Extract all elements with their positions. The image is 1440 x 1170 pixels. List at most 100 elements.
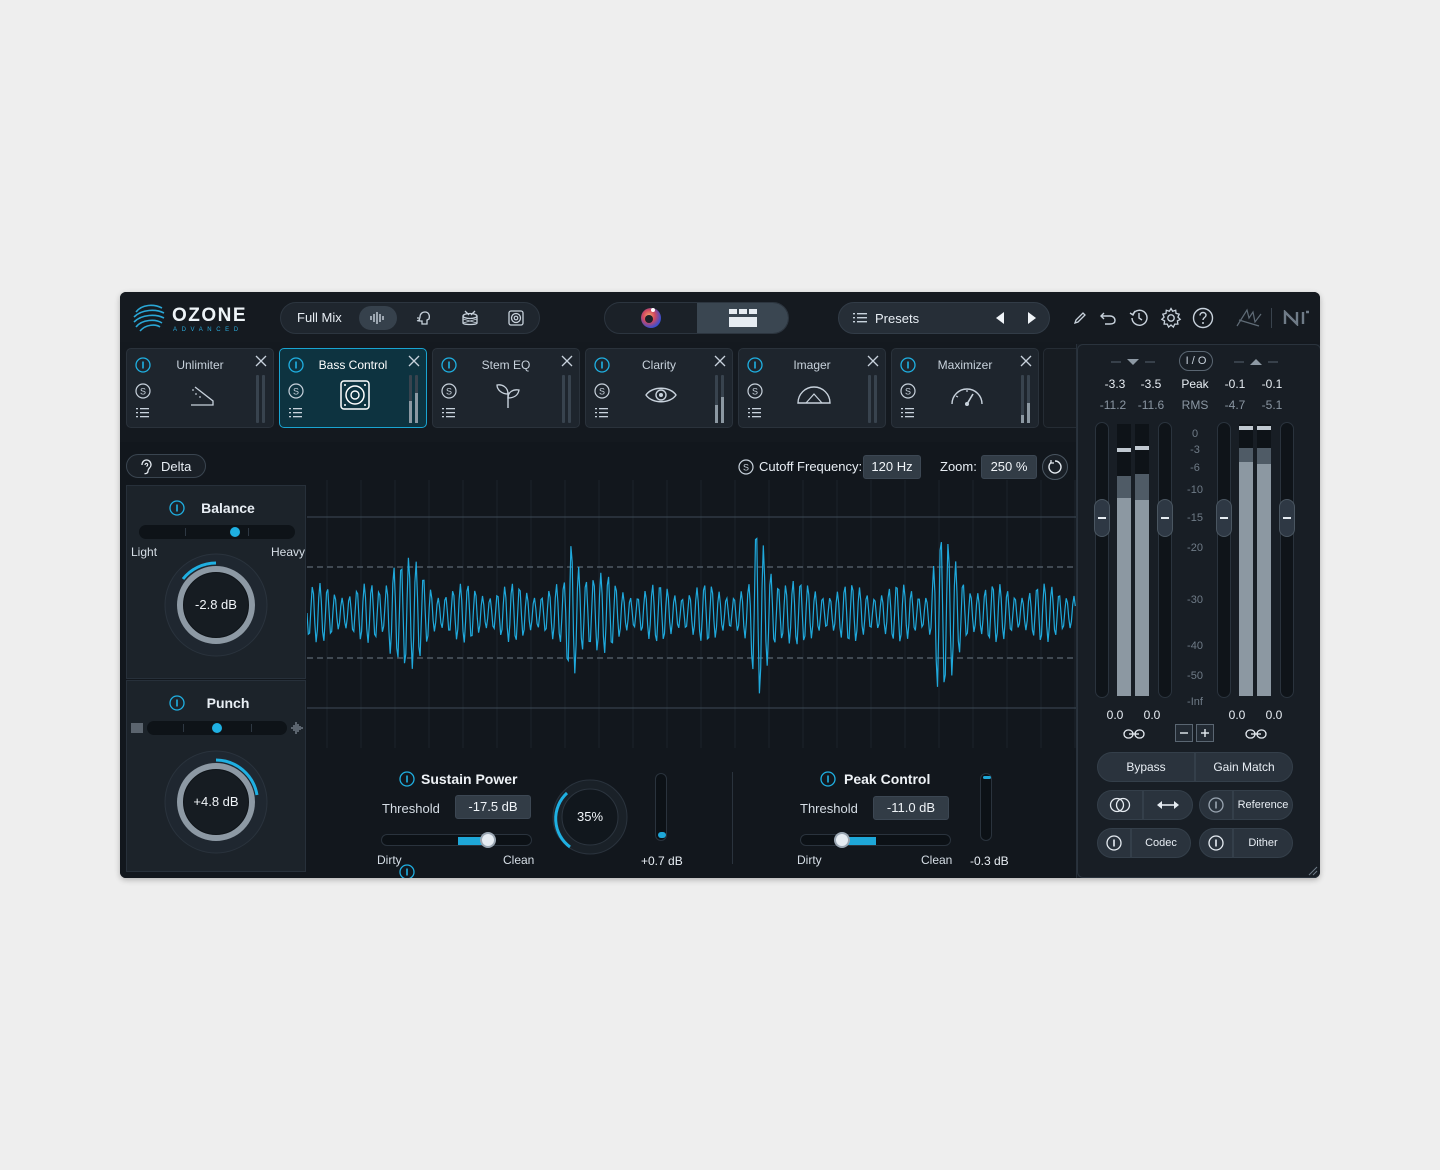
presets-bar[interactable]: Presets [838, 302, 1050, 334]
sustain-dirty-clean-slider[interactable] [381, 832, 532, 848]
module-power-icon[interactable] [900, 357, 916, 373]
output-right-fader-handle[interactable] [1279, 499, 1295, 537]
close-icon[interactable] [867, 355, 879, 367]
history-button[interactable] [1127, 306, 1151, 330]
module-power-icon[interactable] [288, 357, 304, 373]
peak-threshold-field[interactable]: -11.0 dB [873, 796, 949, 820]
output-collapse-icon[interactable] [1234, 357, 1278, 367]
dither-power-button[interactable] [1199, 828, 1233, 858]
sustain-slider-thumb[interactable] [479, 832, 496, 848]
output-right-fader[interactable] [1279, 422, 1295, 698]
input-left-fader-handle[interactable] [1094, 499, 1110, 537]
module-power-icon[interactable] [747, 357, 763, 373]
cutoff-frequency-field[interactable]: 120 Hz [863, 455, 921, 479]
punch-slider[interactable] [147, 721, 287, 735]
drums-mode-button[interactable] [451, 306, 489, 330]
waveform-display[interactable] [306, 480, 1076, 748]
module-menu-icon[interactable] [595, 407, 609, 419]
module-power-icon[interactable] [135, 357, 151, 373]
vocal-mode-button[interactable] [405, 306, 443, 330]
previous-preset-icon[interactable] [994, 311, 1006, 325]
input-left-fader[interactable] [1094, 422, 1110, 698]
module-menu-icon[interactable] [442, 407, 456, 419]
input-gain-left[interactable]: 0.0 [1097, 708, 1133, 722]
solo-icon[interactable]: S [441, 383, 457, 399]
mid-side-button[interactable] [1097, 790, 1143, 820]
peak-gain-slider[interactable] [980, 773, 992, 841]
meter-zoom-in-button[interactable] [1196, 724, 1214, 742]
input-right-fader[interactable] [1157, 422, 1173, 698]
module-power-icon[interactable] [441, 357, 457, 373]
gain-match-button[interactable]: Gain Match [1195, 752, 1293, 782]
sustain-power-button-icon[interactable] [399, 771, 415, 787]
module-menu-icon[interactable] [901, 407, 915, 419]
input-right-fader-handle[interactable] [1157, 499, 1173, 537]
dither-button[interactable]: Dither [1233, 828, 1293, 858]
module-bass-control[interactable]: S Bass Control [279, 348, 427, 428]
module-imager[interactable]: S Imager [738, 348, 886, 428]
solo-icon[interactable]: S [747, 383, 763, 399]
close-icon[interactable] [408, 355, 420, 367]
delta-button[interactable]: Delta [126, 454, 206, 478]
codec-button[interactable]: Codec [1131, 828, 1191, 858]
help-button[interactable] [1191, 306, 1215, 330]
solo-icon[interactable]: S [135, 383, 151, 399]
solo-icon[interactable]: S [594, 383, 610, 399]
punch-slider-thumb[interactable] [212, 723, 222, 733]
solo-icon[interactable]: S [900, 383, 916, 399]
peak-control-power-icon[interactable] [820, 771, 836, 787]
close-icon[interactable] [255, 355, 267, 367]
resize-grip-icon[interactable] [1308, 866, 1318, 876]
close-icon[interactable] [561, 355, 573, 367]
io-toggle[interactable]: I / O [1179, 351, 1213, 371]
swap-channels-button[interactable] [1143, 790, 1193, 820]
module-menu-icon[interactable] [136, 407, 150, 419]
reset-zoom-button[interactable] [1042, 454, 1068, 480]
ni-logo-button[interactable] [1282, 306, 1312, 330]
output-gain-left[interactable]: 0.0 [1219, 708, 1255, 722]
undo-button[interactable] [1096, 306, 1120, 330]
settings-button[interactable] [1159, 306, 1183, 330]
signature-button[interactable] [1234, 306, 1264, 330]
bypass-button[interactable]: Bypass [1097, 752, 1195, 782]
output-left-fader-handle[interactable] [1216, 499, 1232, 537]
module-clarity[interactable]: S Clarity [585, 348, 733, 428]
reference-button[interactable]: Reference [1233, 790, 1293, 820]
module-menu-icon[interactable] [289, 407, 303, 419]
codec-power-button[interactable] [1097, 828, 1131, 858]
input-collapse-icon[interactable] [1111, 357, 1155, 367]
meter-zoom-out-button[interactable] [1175, 724, 1193, 742]
peak-dirty-clean-slider[interactable] [800, 832, 951, 848]
assistant-view-button[interactable] [605, 303, 697, 333]
module-menu-icon[interactable] [748, 407, 762, 419]
sustain-amount-knob[interactable]: 35% [551, 778, 629, 856]
input-link-icon[interactable] [1123, 727, 1145, 741]
peak-slider-thumb[interactable] [833, 832, 850, 848]
pencil-button[interactable] [1068, 306, 1092, 330]
close-icon[interactable] [1020, 355, 1032, 367]
output-left-fader[interactable] [1216, 422, 1232, 698]
module-maximizer[interactable]: S Maximizer [891, 348, 1039, 428]
modules-view-button[interactable] [697, 303, 788, 333]
module-unlimiter[interactable]: S Unlimiter [126, 348, 274, 428]
balance-slider-thumb[interactable] [229, 527, 240, 537]
input-gain-right[interactable]: 0.0 [1134, 708, 1170, 722]
close-icon[interactable] [714, 355, 726, 367]
bass-mode-button[interactable] [497, 306, 535, 330]
module-stem-eq[interactable]: S Stem EQ [432, 348, 580, 428]
module-power-icon[interactable] [594, 357, 610, 373]
solo-icon[interactable]: S [738, 459, 754, 475]
waveform-mode-button[interactable] [359, 306, 397, 330]
sustain-gain-slider[interactable] [655, 773, 667, 841]
output-link-icon[interactable] [1245, 727, 1267, 741]
output-gain-right[interactable]: 0.0 [1256, 708, 1292, 722]
zoom-field[interactable]: 250 % [981, 455, 1037, 479]
sustain-threshold-field[interactable]: -17.5 dB [455, 795, 531, 819]
balance-slider[interactable] [139, 525, 295, 539]
next-preset-icon[interactable] [1026, 311, 1038, 325]
reference-power-button[interactable] [1199, 790, 1233, 820]
punch-knob[interactable]: +4.8 dB [163, 749, 269, 855]
full-mix-button[interactable]: Full Mix [297, 310, 342, 325]
solo-icon[interactable]: S [288, 383, 304, 399]
balance-knob[interactable]: -2.8 dB [163, 552, 269, 658]
